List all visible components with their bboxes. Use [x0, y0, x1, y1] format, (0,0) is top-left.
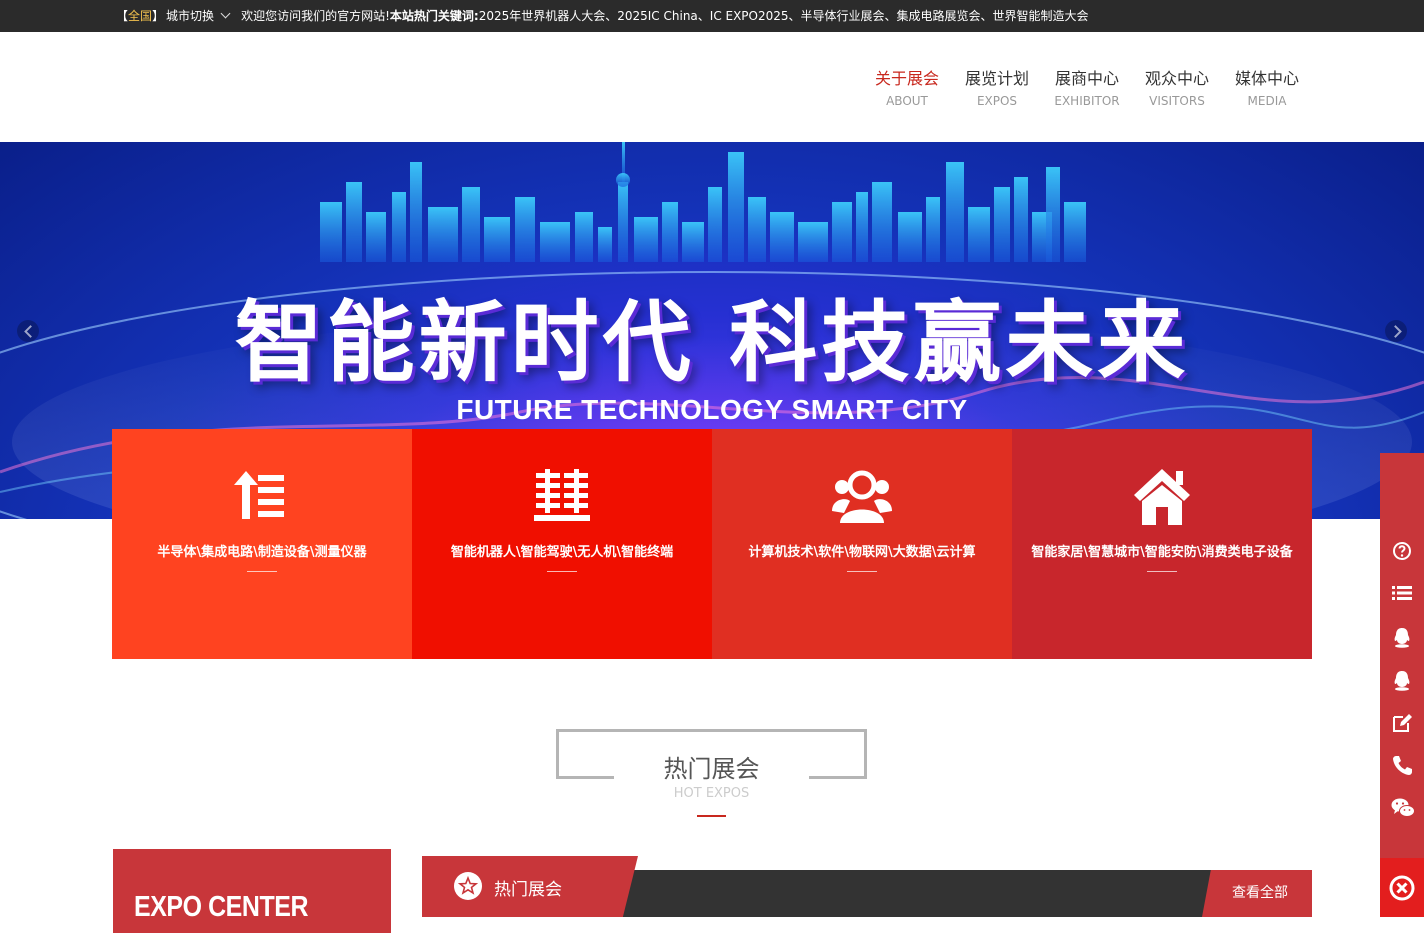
category-label: 半导体\集成电路\制造设备\测量仪器	[157, 545, 367, 560]
help-button[interactable]	[1380, 531, 1424, 571]
category-boxes: 半导体\集成电路\制造设备\测量仪器 智能机器人\智能驾驶\无人机\智能终端 计…	[112, 429, 1312, 659]
nav-item-exhibitor[interactable]: 展商中心 EXHIBITOR	[1042, 68, 1132, 108]
phone-icon	[1393, 756, 1412, 775]
welcome-text: 欢迎您访问我们的官方网站!	[241, 9, 390, 23]
nav-item-sublabel: EXHIBITOR	[1054, 94, 1120, 108]
wechat-button[interactable]	[1380, 788, 1424, 828]
banner-subline: FUTURE TECHNOLOGY SMART CITY	[456, 394, 968, 425]
nav-item-visitors[interactable]: 观众中心 VISITORS	[1132, 68, 1222, 108]
nav-item-sublabel: VISITORS	[1149, 94, 1205, 108]
category-box-computing[interactable]: 计算机技术\软件\物联网\大数据\云计算	[712, 429, 1012, 659]
chevron-down-icon[interactable]	[220, 8, 231, 19]
category-label: 智能机器人\智能驾驶\无人机\智能终端	[450, 545, 674, 560]
hot-keywords-label: 本站热门关键词:	[389, 9, 479, 23]
category-label: 计算机技术\软件\物联网\大数据\云计算	[748, 545, 976, 560]
nav-item-label: 展商中心	[1054, 69, 1119, 88]
section-title: 热门展会	[663, 755, 760, 783]
nav-item-sublabel: MEDIA	[1247, 94, 1287, 108]
nav-item-media[interactable]: 媒体中心 MEDIA	[1222, 68, 1312, 108]
category-box-semiconductor[interactable]: 半导体\集成电路\制造设备\测量仪器	[112, 429, 412, 659]
hot-expos-tab-label: 热门展会	[494, 880, 562, 900]
expo-center-title: EXPO CENTER	[134, 891, 309, 923]
nav-item-label: 观众中心	[1144, 69, 1209, 88]
nav-item-sublabel: EXPOS	[976, 94, 1018, 108]
section-underline	[697, 815, 726, 817]
star-icon	[454, 872, 482, 900]
nav-item-sublabel: ABOUT	[886, 94, 928, 108]
list-indent-icon	[234, 471, 284, 519]
users-group-icon	[832, 470, 892, 523]
top-bar: 【全国】 城市切换 欢迎您访问我们的官方网站!本站热门关键词:2025年世界机器人大…	[0, 0, 1424, 32]
banner-headline: 智能新时代 科技赢未来	[234, 291, 1190, 394]
robot-chip-icon	[534, 469, 590, 521]
banner-next-arrow[interactable]	[1385, 320, 1407, 342]
qq-icon	[1394, 671, 1410, 691]
divider	[247, 571, 277, 572]
main-nav: 关于展会 ABOUT 展览计划 EXPOS 展商中心 EXHIBITOR 观众中心 VISIT…	[862, 68, 1312, 108]
qq-button-1[interactable]	[1380, 617, 1424, 657]
qq-button-2[interactable]	[1380, 660, 1424, 700]
nav-item-label: 媒体中心	[1234, 69, 1299, 88]
hot-expos-bar: 热门展会 查看全部	[422, 856, 1312, 917]
divider	[547, 571, 577, 572]
category-box-robotics[interactable]: 智能机器人\智能驾驶\无人机\智能终端	[412, 429, 712, 659]
phone-button[interactable]	[1380, 745, 1424, 785]
wechat-icon	[1391, 798, 1415, 817]
site-header: 关于展会 ABOUT 展览计划 EXPOS 展商中心 EXHIBITOR 观众中心 VISIT…	[0, 32, 1424, 142]
floating-sidebar	[1380, 453, 1424, 917]
edit-icon	[1393, 714, 1412, 732]
home-icon	[1134, 469, 1190, 525]
nav-item-label: 展览计划	[964, 69, 1029, 88]
expo-center-panel[interactable]: EXPO CENTER	[113, 849, 391, 933]
region-selector[interactable]: 【全国】	[116, 9, 164, 23]
close-icon	[1389, 875, 1415, 901]
list-button[interactable]	[1380, 573, 1424, 613]
message-button[interactable]	[1380, 703, 1424, 743]
divider	[847, 571, 877, 572]
nav-item-label: 关于展会	[874, 69, 939, 88]
close-sidebar-button[interactable]	[1380, 858, 1424, 917]
banner-prev-arrow[interactable]	[17, 320, 39, 342]
category-box-smart-home[interactable]: 智能家居\智慧城市\智能安防\消费类电子设备	[1012, 429, 1312, 659]
hot-expos-tab[interactable]: 热门展会	[422, 856, 638, 917]
city-switch-link[interactable]: 城市切换	[166, 9, 214, 23]
section-subtitle: HOT EXPOS	[673, 786, 750, 801]
view-all-button[interactable]: 查看全部	[1202, 870, 1312, 917]
section-title-box: 热门展会	[556, 729, 867, 783]
help-icon	[1393, 542, 1411, 560]
divider	[1147, 571, 1177, 572]
category-label: 智能家居\智慧城市\智能安防\消费类电子设备	[1031, 545, 1293, 560]
hot-keywords[interactable]: 2025年世界机器人大会、2025IC China、IC EXPO2025、半导…	[479, 9, 1089, 23]
region-label: 全国	[128, 9, 153, 23]
nav-item-about[interactable]: 关于展会 ABOUT	[862, 68, 952, 108]
nav-item-expos[interactable]: 展览计划 EXPOS	[952, 68, 1042, 108]
list-icon	[1392, 586, 1412, 600]
qq-icon	[1394, 628, 1410, 648]
